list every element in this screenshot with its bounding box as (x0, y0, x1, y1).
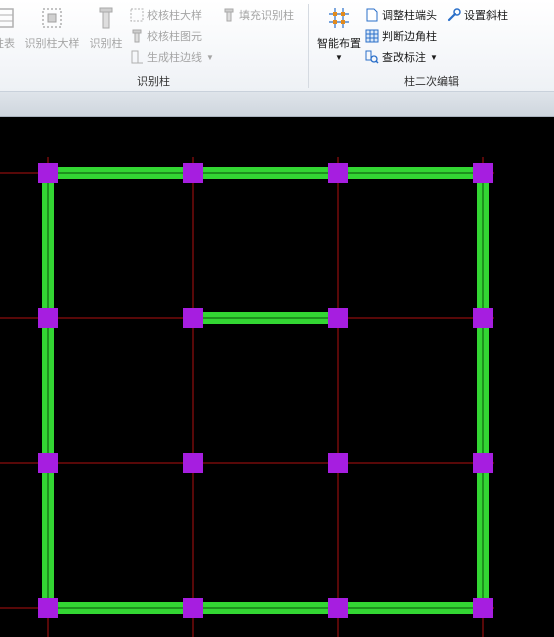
view-tab-strip (0, 92, 554, 117)
judge-corner-column-label: 判断边角柱 (382, 31, 437, 43)
column[interactable] (183, 163, 203, 183)
column[interactable] (328, 163, 348, 183)
ribbon-toolbar: 柱表 识别柱大样 识别柱 校核柱大样 (0, 0, 554, 92)
column[interactable] (473, 598, 493, 618)
column[interactable] (38, 308, 58, 328)
column-table-icon (0, 8, 14, 28)
wrench-icon (447, 8, 461, 22)
column[interactable] (328, 453, 348, 473)
fill-recognize-column-label: 填充识别柱 (239, 10, 294, 22)
set-inclined-column-button[interactable]: 设置斜柱 (447, 6, 508, 24)
recognize-column-label: 识别柱 (89, 38, 123, 50)
judge-corner-column-button[interactable]: 判断边角柱 (365, 27, 437, 45)
recognize-column-detail-label: 识别柱大样 (24, 38, 80, 50)
columns (38, 163, 493, 618)
edit-label-button[interactable]: 查改标注 ▼ (365, 48, 438, 66)
recognize-column-detail-button[interactable]: 识别柱大样 (22, 2, 82, 68)
group-secondary-edit: 智能布置 ▼ 调整柱端头 判断边角柱 查改标注 ▼ 设置斜柱 柱二次编辑 (309, 0, 554, 91)
smart-layout-dropdown-icon[interactable]: ▼ (313, 53, 365, 62)
column[interactable] (183, 308, 203, 328)
generate-column-edge-label: 生成柱边线 (147, 52, 202, 64)
judge-corner-icon (365, 29, 379, 43)
generate-edge-icon (131, 50, 143, 64)
column[interactable] (473, 163, 493, 183)
column[interactable] (38, 598, 58, 618)
group-label-recognize-column: 识别柱 (137, 76, 170, 88)
column-table-button[interactable]: 柱表 (0, 2, 24, 68)
adjust-end-icon (366, 8, 378, 22)
recognize-column-button[interactable]: 识别柱 (86, 2, 126, 68)
drawing-canvas[interactable] (0, 117, 554, 637)
check-column-detail-label: 校核柱大样 (147, 10, 202, 22)
column[interactable] (473, 308, 493, 328)
smart-layout-icon (329, 8, 349, 28)
fill-column-icon (224, 8, 234, 22)
fill-recognize-column-button[interactable]: 填充识别柱 (222, 6, 294, 24)
check-detail-icon (130, 8, 144, 22)
edit-label-label: 查改标注 (382, 52, 426, 64)
wall-segments (42, 167, 489, 614)
column[interactable] (183, 453, 203, 473)
group-label-secondary-edit: 柱二次编辑 (404, 76, 459, 88)
group-recognize-column: 柱表 识别柱大样 识别柱 校核柱大样 (0, 0, 307, 91)
check-primitive-icon (132, 29, 142, 43)
column[interactable] (38, 453, 58, 473)
check-column-primitive-button[interactable]: 校核柱图元 (130, 27, 202, 45)
adjust-column-end-button[interactable]: 调整柱端头 (365, 6, 437, 24)
smart-layout-button[interactable]: 智能布置 ▼ (313, 2, 365, 68)
chevron-down-icon[interactable]: ▼ (206, 53, 214, 62)
set-inclined-column-label: 设置斜柱 (464, 10, 508, 22)
column-detail-icon (42, 8, 62, 28)
chevron-down-icon[interactable]: ▼ (430, 53, 438, 62)
generate-column-edge-button[interactable]: 生成柱边线 ▼ (130, 48, 214, 66)
column-icon (99, 7, 113, 29)
column[interactable] (473, 453, 493, 473)
check-column-detail-button[interactable]: 校核柱大样 (130, 6, 202, 24)
column-table-label: 柱表 (0, 38, 15, 50)
column[interactable] (328, 598, 348, 618)
column[interactable] (328, 308, 348, 328)
axis-grid (0, 157, 494, 637)
column[interactable] (183, 598, 203, 618)
adjust-column-end-label: 调整柱端头 (382, 10, 437, 22)
column[interactable] (38, 163, 58, 183)
smart-layout-label: 智能布置 (317, 38, 361, 50)
check-column-primitive-label: 校核柱图元 (147, 31, 202, 43)
edit-label-icon (365, 50, 379, 64)
